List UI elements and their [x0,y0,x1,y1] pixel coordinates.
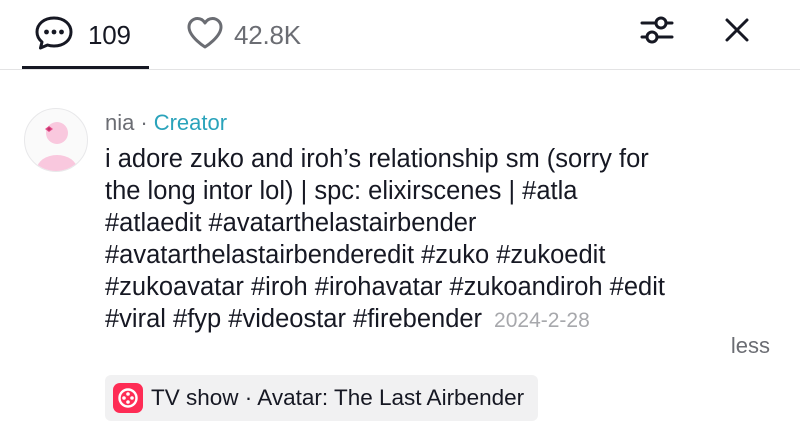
tab-comments[interactable]: 109 [34,0,131,70]
heart-icon [186,16,224,55]
film-reel-icon [113,383,143,413]
avatar-image [37,122,77,171]
comments-header: 109 42.8K [0,0,800,70]
comment-date: 2024-2-28 [494,309,590,332]
comment-line: #atlaedit #avatarthelastairbender [105,209,477,237]
comment-line: #viral #fyp #videostar #firebender [105,305,483,333]
tv-show-anchor[interactable]: TV show · Avatar: The Last Airbender [105,375,539,421]
close-icon [723,16,751,49]
comment-line: #zukoavatar #iroh #irohavatar #zukoandir… [105,273,665,301]
comment-line: the long intor lol) | spc: elixirscenes … [105,177,578,205]
creator-badge: Creator [153,110,228,135]
sliders-icon [639,13,675,52]
close-button[interactable] [716,11,758,53]
likes-count: 42.8K [234,19,301,50]
username[interactable]: nia [105,110,134,135]
comment-bubble-icon [34,15,74,56]
avatar[interactable] [24,108,88,172]
less-button[interactable]: less [731,333,770,359]
meta-separator: · [140,110,148,135]
filter-button[interactable] [636,11,678,53]
comment-meta: nia · Creator [105,108,785,138]
active-tab-indicator [22,66,149,69]
comment-line: #avatarthelastairbenderedit #zuko #zukoe… [105,241,606,269]
tab-likes[interactable]: 42.8K [186,0,301,70]
comment-line: i adore zuko and iroh’s relationship sm … [105,145,649,173]
comment-line-last: #viral #fyp #videostar #firebender 2024-2… [105,303,785,337]
tv-show-label: TV show · Avatar: The Last Airbender [151,385,525,410]
comments-count: 109 [88,19,131,50]
comment: nia · Creator i adore zuko and iroh’s rela… [105,108,785,337]
comment-text: i adore zuko and iroh’s relationship sm … [105,143,785,337]
